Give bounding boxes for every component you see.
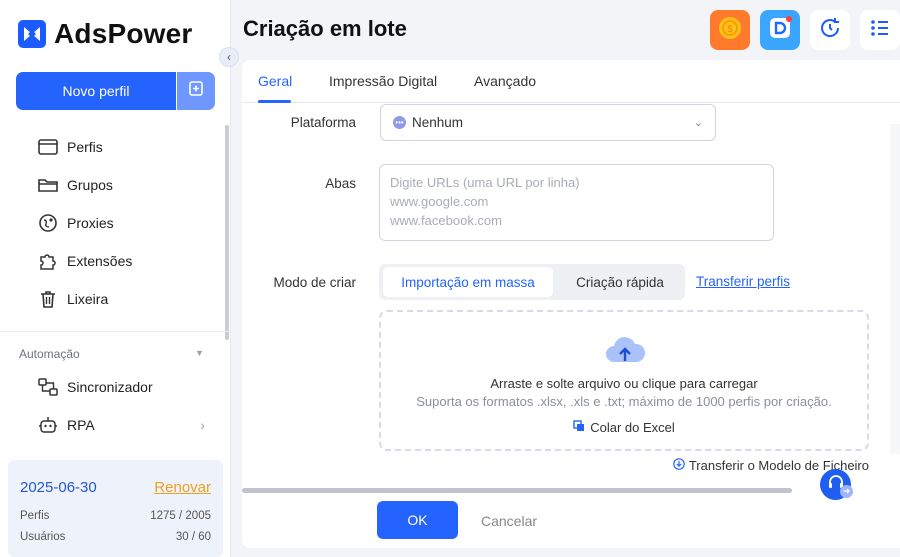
sidebar-item-lixeira[interactable]: Lixeira <box>0 280 231 318</box>
tab-avancado[interactable]: Avançado <box>474 73 536 89</box>
urls-placeholder-line: Digite URLs (uma URL por linha) <box>390 175 580 190</box>
urls-textarea[interactable]: Digite URLs (uma URL por linha) www.goog… <box>379 164 774 241</box>
paste-from-excel-button[interactable]: Colar do Excel <box>381 420 867 435</box>
arrow-right-icon: ➜ <box>840 485 853 498</box>
plan-profiles-row: Perfis 1275 / 2005 <box>20 510 211 522</box>
create-mode-label: Modo de criar <box>273 275 356 290</box>
dropzone-title: Arraste e solte arquivo ou clique para c… <box>490 376 758 391</box>
trash-icon <box>38 289 58 309</box>
task-list-button[interactable] <box>860 10 900 50</box>
sidebar-item-rpa[interactable]: RPA › <box>0 406 231 444</box>
robot-icon <box>38 415 58 435</box>
caret-down-icon[interactable]: ▼ <box>195 348 204 358</box>
download-circle-icon <box>673 458 685 473</box>
sidebar-item-perfis[interactable]: Perfis <box>0 128 231 166</box>
list-icon <box>869 17 891 44</box>
urls-placeholder-line: www.google.com <box>390 194 489 209</box>
adspower-logo-icon <box>18 20 46 48</box>
batch-create-panel: Geral Impressão Digital Avançado Platafo… <box>242 60 900 548</box>
plan-card: 2025-06-30 Renovar Perfis 1275 / 2005 Us… <box>8 460 223 557</box>
sidebar-item-grupos[interactable]: Grupos <box>0 166 231 204</box>
sidebar: AdsPower Novo perfil Perfis Grupos Proxi… <box>0 0 231 557</box>
horizontal-scrollbar[interactable] <box>242 488 792 493</box>
d-logo-icon <box>767 15 793 46</box>
new-profile-group: Novo perfil <box>16 72 215 110</box>
sidebar-item-label: RPA <box>67 417 95 433</box>
mode-quick-create[interactable]: Criação rápida <box>559 267 681 297</box>
cancel-button[interactable]: Cancelar <box>481 513 537 529</box>
dropzone-subtitle: Suporta os formatos .xlsx, .xls e .txt; … <box>416 394 832 409</box>
sidebar-item-label: Grupos <box>67 177 113 193</box>
tabs-label: Abas <box>325 176 356 191</box>
transfer-profiles-link[interactable]: Transferir perfis <box>696 274 790 289</box>
sidebar-item-label: Perfis <box>67 139 103 155</box>
coin-icon: $ <box>716 14 744 47</box>
top-toolbar: $ <box>710 10 900 50</box>
copy-icon <box>573 420 585 435</box>
ok-button[interactable]: OK <box>377 501 458 539</box>
automation-nav: Sincronizador RPA › <box>0 368 231 444</box>
sync-icon <box>38 377 58 397</box>
sidebar-item-sincronizador[interactable]: Sincronizador <box>0 368 231 406</box>
chevron-left-icon: ‹ <box>227 50 231 64</box>
refresh-clock-icon <box>818 16 842 45</box>
collapse-sidebar-button[interactable]: ‹ <box>219 47 239 67</box>
sidebar-item-proxies[interactable]: Proxies <box>0 204 231 242</box>
automation-section-label: Automação <box>19 347 80 361</box>
plan-users-value: 30 / 60 <box>175 531 211 543</box>
add-square-icon <box>187 80 205 103</box>
tab-bar: Geral Impressão Digital Avançado <box>242 60 900 103</box>
plan-users-row: Usuários 30 / 60 <box>20 531 211 543</box>
mode-bulk-import[interactable]: Importação em massa <box>383 267 553 297</box>
app-badge-button[interactable] <box>760 10 800 50</box>
plan-expiry-date: 2025-06-30 <box>20 479 97 496</box>
sidebar-item-label: Lixeira <box>67 291 109 307</box>
sidebar-divider <box>0 331 231 332</box>
sidebar-item-label: Proxies <box>67 215 114 231</box>
chevron-down-icon: ⌄ <box>693 117 703 129</box>
vertical-scroll-track[interactable] <box>890 124 900 454</box>
cloud-upload-icon <box>603 336 647 371</box>
folder-icon <box>38 175 58 195</box>
platform-label: Plataforma <box>290 115 356 130</box>
plan-users-label: Usuários <box>20 531 66 543</box>
batch-add-button[interactable] <box>177 72 215 110</box>
plan-profiles-value: 1275 / 2005 <box>150 510 211 522</box>
new-profile-button[interactable]: Novo perfil <box>16 72 176 110</box>
tab-impressao-digital[interactable]: Impressão Digital <box>329 73 437 89</box>
globe-pin-icon <box>38 213 58 233</box>
puzzle-icon <box>38 251 58 271</box>
sidebar-nav: Perfis Grupos Proxies Extensões Lixeira <box>0 128 231 318</box>
sync-status-button[interactable] <box>810 10 850 50</box>
chevron-right-icon: › <box>200 417 205 433</box>
sidebar-item-label: Sincronizador <box>67 379 153 395</box>
create-mode-toggle: Importação em massa Criação rápida <box>379 264 685 300</box>
renew-link[interactable]: Renovar <box>154 479 211 496</box>
more-dots-icon: ••• <box>393 116 406 129</box>
platform-value: Nenhum <box>412 115 464 130</box>
app-name: AdsPower <box>54 18 193 49</box>
platform-select[interactable]: ••• Nenhum ⌄ <box>380 104 716 141</box>
urls-placeholder-line: www.facebook.com <box>390 213 502 228</box>
svg-text:$: $ <box>727 24 733 35</box>
app-logo[interactable]: AdsPower <box>18 18 193 50</box>
file-dropzone[interactable]: Arraste e solte arquivo ou clique para c… <box>379 310 869 451</box>
tab-geral[interactable]: Geral <box>258 73 292 89</box>
plan-profiles-label: Perfis <box>20 510 50 522</box>
coin-rewards-button[interactable]: $ <box>710 10 750 50</box>
paste-from-excel-label: Colar do Excel <box>590 420 675 435</box>
page-title: Criação em lote <box>243 16 407 41</box>
browser-window-icon <box>38 137 58 157</box>
active-tab-indicator <box>258 100 291 103</box>
sidebar-item-extensoes[interactable]: Extensões <box>0 242 231 280</box>
sidebar-item-label: Extensões <box>67 253 133 269</box>
